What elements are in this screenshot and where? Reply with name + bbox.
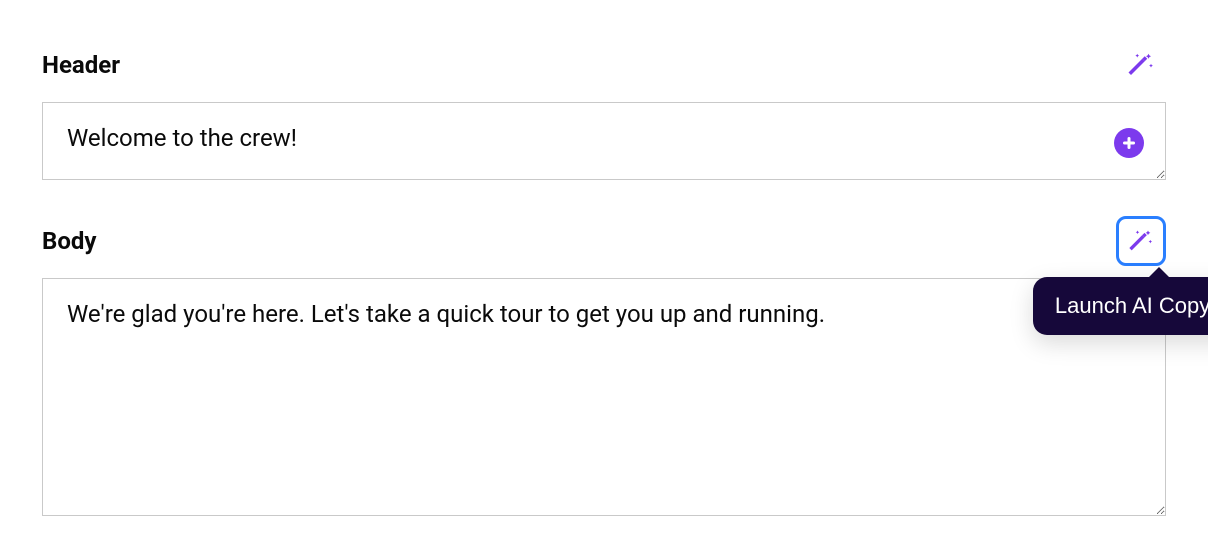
body-label: Body bbox=[42, 227, 96, 255]
header-input[interactable] bbox=[42, 102, 1166, 180]
header-ai-wand-button[interactable] bbox=[1116, 40, 1166, 90]
body-ai-wand-button[interactable]: Launch AI Copywriter bbox=[1116, 216, 1166, 266]
body-field-group: Body Launch AI Copywriter bbox=[42, 216, 1166, 520]
header-label: Header bbox=[42, 51, 120, 79]
plus-icon bbox=[1121, 135, 1137, 151]
magic-wand-icon bbox=[1126, 50, 1156, 80]
header-field-group: Header bbox=[42, 40, 1166, 184]
header-add-button[interactable] bbox=[1114, 128, 1144, 158]
header-label-row: Header bbox=[42, 40, 1166, 90]
body-input[interactable] bbox=[42, 278, 1166, 516]
magic-wand-icon bbox=[1127, 227, 1155, 255]
ai-copywriter-tooltip: Launch AI Copywriter bbox=[1033, 277, 1208, 335]
body-textarea-wrap bbox=[42, 278, 1166, 520]
header-textarea-wrap bbox=[42, 102, 1166, 184]
body-label-row: Body Launch AI Copywriter bbox=[42, 216, 1166, 266]
